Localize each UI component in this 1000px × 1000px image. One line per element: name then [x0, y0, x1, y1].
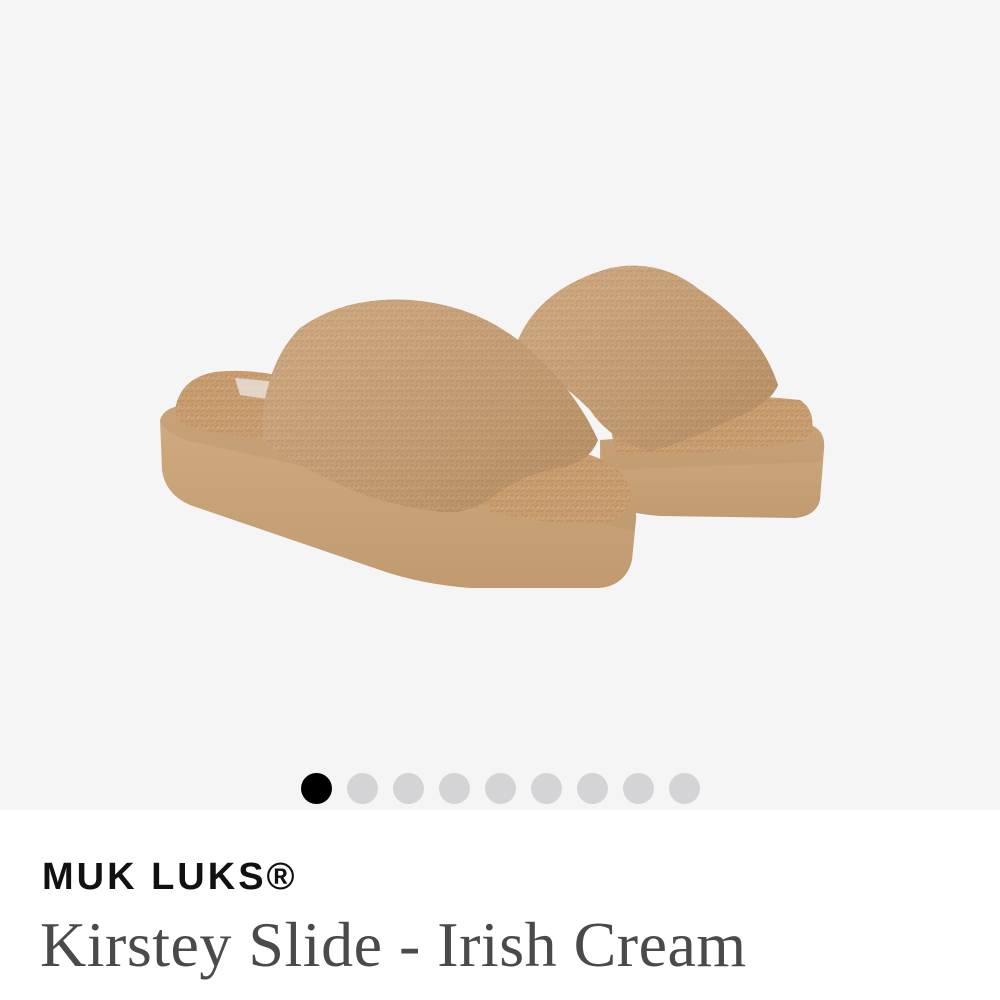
product-info: MUK LUKS® Kirstey Slide - Irish Cream [0, 810, 1000, 1000]
product-image-gallery[interactable] [0, 0, 1000, 810]
carousel-dot[interactable] [530, 772, 562, 804]
carousel-dot[interactable] [300, 772, 332, 804]
brand-name[interactable]: MUK LUKS® [42, 856, 298, 899]
carousel-dot[interactable] [392, 772, 424, 804]
carousel-dot[interactable] [622, 772, 654, 804]
carousel-pagination [0, 772, 1000, 804]
carousel-dot[interactable] [438, 772, 470, 804]
carousel-dot[interactable] [576, 772, 608, 804]
carousel-dot[interactable] [484, 772, 516, 804]
carousel-dot[interactable] [346, 772, 378, 804]
product-title: Kirstey Slide - Irish Cream [40, 909, 747, 980]
carousel-dot[interactable] [668, 772, 700, 804]
product-image[interactable] [0, 0, 1000, 810]
